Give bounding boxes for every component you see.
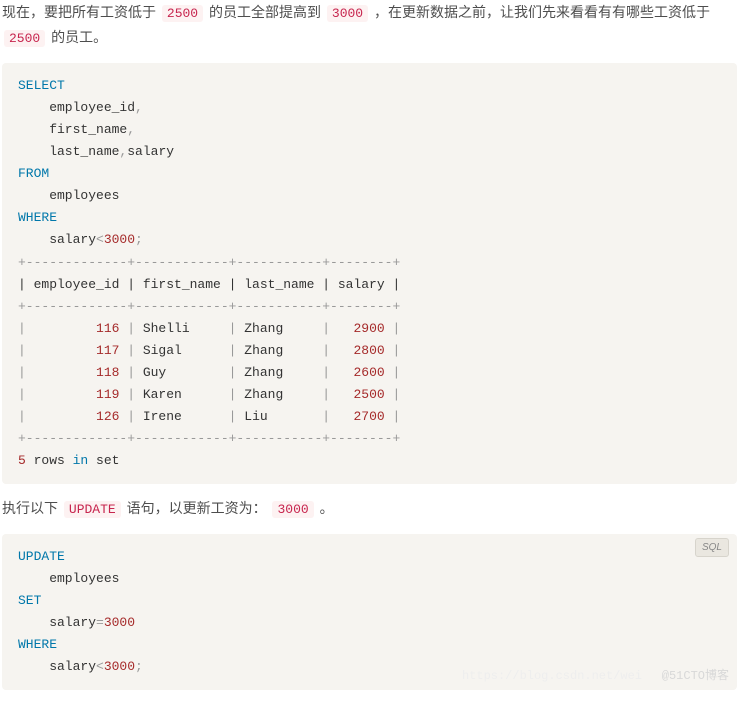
kw-update: UPDATE (18, 549, 65, 564)
op-eq: = (96, 615, 104, 630)
kw-from: FROM (18, 166, 49, 181)
op-lt: < (96, 232, 104, 247)
col-salary: salary (127, 144, 174, 159)
cond-salary: salary (18, 232, 96, 247)
result-row: | 117 | Sigal | Zhang | 2800 | (18, 343, 400, 358)
inline-code-2500: 2500 (4, 30, 45, 47)
kw-where: WHERE (18, 210, 57, 225)
kw-set: SET (18, 593, 41, 608)
intro-paragraph: 现在，要把所有工资低于 2500 的员工全部提高到 3000 ，在更新数据之前，… (2, 0, 737, 51)
result-row: | 119 | Karen | Zhang | 2500 | (18, 387, 400, 402)
result-row: | 126 | Irene | Liu | 2700 | (18, 409, 400, 424)
sql-update-block: SQLUPDATE employees SET salary=3000 WHER… (2, 534, 737, 691)
comma: , (127, 122, 135, 137)
cond-salary: salary (18, 659, 96, 674)
result-row: | 118 | Guy | Zhang | 2600 | (18, 365, 400, 380)
semicolon: ; (135, 659, 143, 674)
text: 的员工。 (47, 29, 107, 45)
col-last-name: last_name (18, 144, 119, 159)
result-header: | employee_id | first_name | last_name |… (18, 277, 400, 292)
text: 。 (316, 500, 334, 516)
text: ，在更新数据之前，让我们先来看看有有哪些工资低于 (370, 4, 710, 20)
result-border: +-------------+------------+-----------+… (18, 431, 400, 446)
kw-where: WHERE (18, 637, 57, 652)
result-row: | 116 | Shelli | Zhang | 2900 | (18, 321, 400, 336)
tbl-employees: employees (18, 571, 119, 586)
col-first-name: first_name (18, 122, 127, 137)
val-3000: 3000 (104, 615, 135, 630)
val-3000: 3000 (104, 232, 135, 247)
op-lt: < (96, 659, 104, 674)
text: 现在，要把所有工资低于 (2, 4, 160, 20)
result-border: +-------------+------------+-----------+… (18, 299, 400, 314)
semicolon: ; (135, 232, 143, 247)
col-employee-id: employee_id (18, 100, 135, 115)
tbl-employees: employees (18, 188, 119, 203)
inline-code-3000: 3000 (272, 501, 313, 518)
text: 的员工全部提高到 (205, 4, 325, 20)
sql-select-block: SELECT employee_id, first_name, last_nam… (2, 63, 737, 485)
inline-code-update: UPDATE (64, 501, 121, 518)
comma: , (135, 100, 143, 115)
val-3000: 3000 (104, 659, 135, 674)
text: 执行以下 (2, 500, 62, 516)
watermark-csdn: https://blog.csdn.net/wei (462, 666, 642, 686)
kw-select: SELECT (18, 78, 65, 93)
text: 语句，以更新工资为： (123, 500, 271, 516)
watermark-51cto: @51CTO博客 (662, 666, 729, 686)
update-paragraph: 执行以下 UPDATE 语句，以更新工资为： 3000 。 (2, 496, 737, 521)
set-salary: salary (18, 615, 96, 630)
inline-code-3000: 3000 (327, 5, 368, 22)
result-border: +-------------+------------+-----------+… (18, 255, 400, 270)
sql-language-tag: SQL (695, 538, 729, 557)
inline-code-2500: 2500 (162, 5, 203, 22)
result-footer: 5 rows in set (18, 453, 119, 468)
